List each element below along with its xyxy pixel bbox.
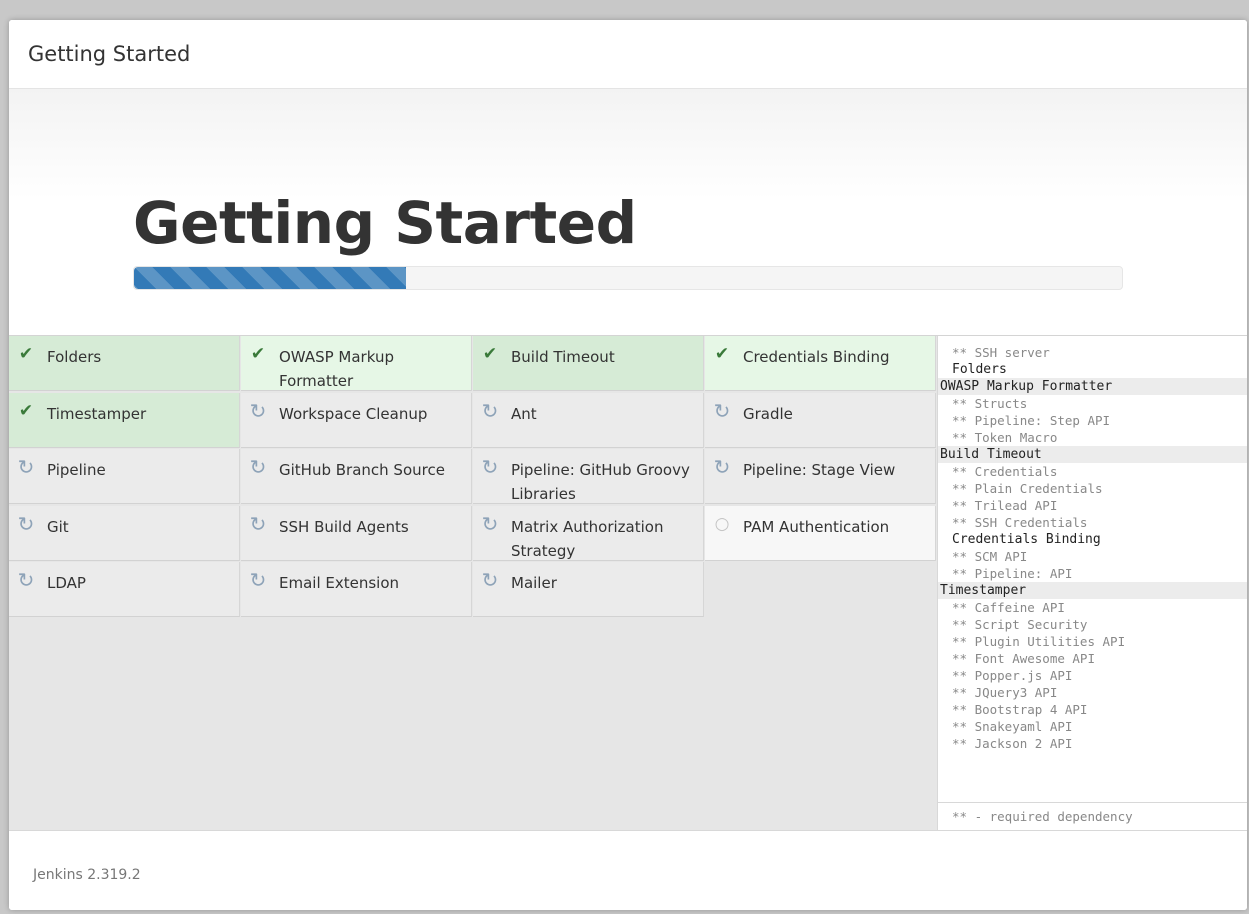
plugin-label: Gradle <box>743 405 793 423</box>
plugin-tile: ↻ Pipeline: GitHub Groovy Libraries <box>473 449 704 504</box>
refresh-icon: ↻ <box>249 455 267 479</box>
plugin-tile: ✔ Timestamper <box>9 393 240 448</box>
plugin-label: PAM Authentication <box>743 518 890 536</box>
plugin-label: Pipeline: Stage View <box>743 461 896 479</box>
plugin-label: Pipeline: GitHub Groovy Libraries <box>511 461 690 503</box>
log-plugin-line: OWASP Markup Formatter <box>938 378 1247 395</box>
setup-wizard-dialog: Getting Started Getting Started ✔ Folders… <box>9 20 1247 910</box>
plugin-tile: ↻ Pipeline: Stage View <box>705 449 936 504</box>
log-dependency-line: ** Pipeline: API <box>952 566 1073 581</box>
refresh-icon: ↻ <box>249 568 267 592</box>
plugin-tile: ↻ LDAP <box>9 562 240 617</box>
install-content: ✔ Folders ✔ OWASP Markup Formatter ✔ Build Ti… <box>9 336 1247 830</box>
plugin-tile: ✔ Credentials Binding <box>705 336 936 391</box>
check-icon: ✔ <box>714 344 730 364</box>
log-legend: ** - required dependency <box>938 802 1247 830</box>
log-dependency-line: ** SSH Credentials <box>952 515 1088 530</box>
dialog-header: Getting Started <box>9 20 1247 89</box>
plugin-tile: ↻ Workspace Cleanup <box>241 393 472 448</box>
circle-icon: ○ <box>714 514 730 534</box>
log-dependency-line: ** Caffeine API <box>952 600 1065 615</box>
log-dependency-line: ** Popper.js API <box>952 668 1073 683</box>
plugin-label: Email Extension <box>279 574 400 592</box>
plugin-label: Folders <box>47 348 102 366</box>
check-icon: ✔ <box>18 401 34 421</box>
log-legend-text: ** - required dependency <box>952 809 1133 824</box>
refresh-icon: ↻ <box>249 399 267 423</box>
install-log-panel[interactable]: ** SSH server Folders OWASP Markup Formatt… <box>937 336 1247 830</box>
plugin-label: Pipeline <box>47 461 106 479</box>
log-plugin-line: Timestamper <box>938 582 1247 599</box>
dialog-footer: Jenkins 2.319.2 <box>9 830 1247 910</box>
dialog-title: Getting Started <box>28 42 191 66</box>
log-dependency-line: ** Trilead API <box>952 498 1058 513</box>
jenkins-version: Jenkins 2.319.2 <box>33 867 141 883</box>
plugin-tile: ↻ Mailer <box>473 562 704 617</box>
plugin-tile: ↻ SSH Build Agents <box>241 506 472 561</box>
refresh-icon: ↻ <box>713 455 731 479</box>
plugin-label: Workspace Cleanup <box>279 405 428 423</box>
plugin-tile: ○ PAM Authentication <box>705 506 936 561</box>
log-dependency-line: ** Snakeyaml API <box>952 719 1073 734</box>
log-dependency-line: ** JQuery3 API <box>952 685 1058 700</box>
plugin-tile: ↻ Email Extension <box>241 562 472 617</box>
refresh-icon: ↻ <box>713 399 731 423</box>
plugin-label: LDAP <box>47 574 86 592</box>
plugin-grid: ✔ Folders ✔ OWASP Markup Formatter ✔ Build Ti… <box>9 336 937 830</box>
log-dependency-line: ** Font Awesome API <box>952 651 1095 666</box>
plugin-label: Git <box>47 518 69 536</box>
hero-section: Getting Started <box>9 89 1247 336</box>
plugin-label: Timestamper <box>47 405 147 423</box>
plugin-label: SSH Build Agents <box>279 518 409 536</box>
log-dependency-line: ** Token Macro <box>952 430 1058 445</box>
plugin-tile: ✔ OWASP Markup Formatter <box>241 336 472 391</box>
hero-title: Getting Started <box>133 189 637 257</box>
log-dependency-line: ** Plain Credentials <box>952 481 1103 496</box>
log-dependency-line: ** Pipeline: Step API <box>952 413 1111 428</box>
refresh-icon: ↻ <box>17 512 35 536</box>
check-icon: ✔ <box>18 344 34 364</box>
refresh-icon: ↻ <box>481 512 499 536</box>
refresh-icon: ↻ <box>481 399 499 423</box>
install-progress-fill <box>134 267 406 289</box>
log-dependency-line: ** Bootstrap 4 API <box>952 702 1088 717</box>
refresh-icon: ↻ <box>249 512 267 536</box>
plugin-tile: ↻ GitHub Branch Source <box>241 449 472 504</box>
check-icon: ✔ <box>482 344 498 364</box>
log-plugin-line: Credentials Binding <box>952 532 1101 547</box>
plugin-tile: ✔ Build Timeout <box>473 336 704 391</box>
install-log-lines: ** SSH server Folders OWASP Markup Formatt… <box>938 344 1247 752</box>
log-dependency-line: ** SSH server <box>952 345 1050 360</box>
refresh-icon: ↻ <box>481 568 499 592</box>
plugin-label: Ant <box>511 405 537 423</box>
log-dependency-line: ** SCM API <box>952 549 1028 564</box>
log-dependency-line: ** Script Security <box>952 617 1088 632</box>
refresh-icon: ↻ <box>17 455 35 479</box>
log-dependency-line: ** Plugin Utilities API <box>952 634 1126 649</box>
log-dependency-line: ** Structs <box>952 396 1028 411</box>
log-plugin-line: Build Timeout <box>938 446 1247 463</box>
plugin-label: Credentials Binding <box>743 348 890 366</box>
log-dependency-line: ** Credentials <box>952 464 1058 479</box>
plugin-tile: ↻ Matrix Authorization Strategy <box>473 506 704 561</box>
plugin-tile: ✔ Folders <box>9 336 240 391</box>
plugin-label: OWASP Markup Formatter <box>279 348 394 390</box>
plugin-tile: ↻ Pipeline <box>9 449 240 504</box>
plugin-label: Build Timeout <box>511 348 615 366</box>
check-icon: ✔ <box>250 344 266 364</box>
plugin-tile: ↻ Git <box>9 506 240 561</box>
log-dependency-line: ** Jackson 2 API <box>952 736 1073 751</box>
refresh-icon: ↻ <box>17 568 35 592</box>
plugin-label: Matrix Authorization Strategy <box>511 518 664 560</box>
install-progress-bar <box>133 266 1123 290</box>
plugin-tile: ↻ Ant <box>473 393 704 448</box>
plugin-label: Mailer <box>511 574 557 592</box>
plugin-tile: ↻ Gradle <box>705 393 936 448</box>
log-plugin-line: Folders <box>952 362 1007 377</box>
plugin-label: GitHub Branch Source <box>279 461 445 479</box>
refresh-icon: ↻ <box>481 455 499 479</box>
